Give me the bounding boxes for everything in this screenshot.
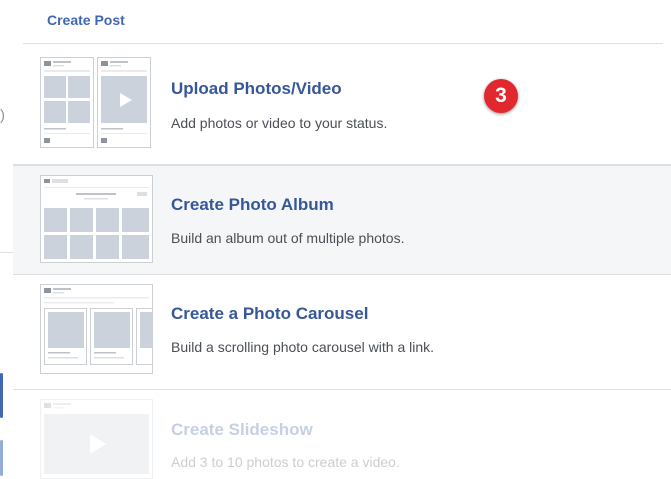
create-post-menu: Create Post Upload Photos/Video Add phot… [13,0,671,479]
step-number-badge: 3 [484,79,518,113]
menu-title: Create Post [47,12,125,28]
option-create-photo-carousel[interactable]: Create a Photo Carousel Build a scrollin… [13,275,671,390]
option-description: Add 3 to 10 photos to create a video. [171,454,400,470]
menu-header: Create Post [23,0,663,44]
photo-album-icon [40,175,153,263]
upload-photos-video-icon [40,57,151,148]
left-tab-edge[interactable] [0,373,3,418]
option-description: Build an album out of multiple photos. [171,230,405,246]
option-description: Build a scrolling photo carousel with a … [171,339,435,355]
slideshow-icon [40,399,153,479]
option-upload-photos-video[interactable]: Upload Photos/Video Add photos or video … [13,44,671,165]
option-create-slideshow[interactable]: Create Slideshow Add 3 to 10 photos to c… [13,390,671,479]
option-title[interactable]: Create Slideshow [171,420,313,440]
left-partial-text: ) [0,107,5,124]
option-create-photo-album[interactable]: Create Photo Album Build an album out of… [13,165,671,275]
left-background-panel: ) [0,0,13,476]
option-title[interactable]: Upload Photos/Video [171,79,342,99]
option-title[interactable]: Create a Photo Carousel [171,304,368,324]
option-title[interactable]: Create Photo Album [171,195,334,215]
photo-carousel-icon [40,284,153,374]
left-tab-edge-2[interactable] [0,440,3,476]
option-description: Add photos or video to your status. [171,115,388,131]
left-divider [0,252,13,253]
